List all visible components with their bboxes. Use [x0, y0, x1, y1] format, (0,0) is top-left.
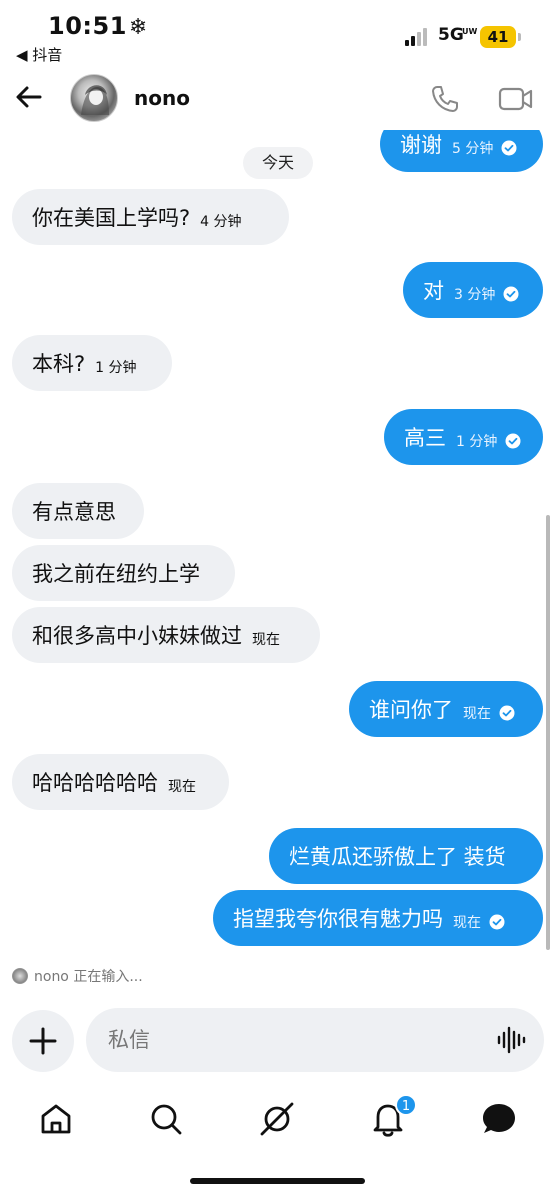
message-bubble-incoming[interactable]: 有点意思 [12, 483, 144, 539]
message-text: 我之前在纽约上学 [32, 562, 200, 586]
typing-indicator: nono 正在输入... [12, 966, 143, 986]
message-time: 现在 [252, 632, 280, 648]
contact-name[interactable]: nono [134, 86, 190, 110]
typing-avatar [12, 968, 28, 984]
message-time: 现在 [463, 706, 491, 722]
network-type: 5G [438, 25, 464, 45]
typing-text: nono 正在输入... [34, 969, 143, 985]
message-time: 3 分钟 [454, 287, 496, 303]
message-bubble-incoming[interactable]: 和很多高中小妹妹做过 现在 [12, 607, 320, 663]
message-time: 现在 [453, 915, 481, 931]
snowflake-icon: ❄ [128, 15, 148, 40]
message-time: 1 分钟 [95, 360, 137, 376]
battery-tip [518, 33, 521, 41]
voice-message-icon[interactable] [496, 1026, 526, 1054]
message-text: 和很多高中小妹妹做过 [32, 624, 242, 648]
read-check-icon [503, 286, 519, 302]
notification-badge: 1 [395, 1094, 417, 1116]
bottom-navigation [0, 1085, 555, 1149]
status-time: 10:51❄ [48, 12, 148, 40]
message-text: 谁问你了 [369, 698, 453, 722]
message-composer [86, 1008, 544, 1072]
back-arrow-icon[interactable] [12, 80, 46, 114]
message-time: 4 分钟 [200, 214, 242, 230]
battery-indicator: 41 [480, 26, 516, 48]
message-time: 1 分钟 [456, 434, 498, 450]
network-subtype: UW [462, 27, 478, 36]
home-indicator[interactable] [190, 1178, 365, 1184]
message-input[interactable] [108, 1008, 468, 1072]
chat-header: nono [0, 70, 555, 130]
messages-icon[interactable] [479, 1099, 519, 1139]
message-text: 哈哈哈哈哈哈 [32, 771, 158, 795]
message-bubble-outgoing[interactable]: 对 3 分钟 [403, 262, 543, 318]
read-check-icon [505, 433, 521, 449]
message-text: 指望我夸你很有魅力吗 [233, 907, 443, 931]
message-bubble-incoming[interactable]: 我之前在纽约上学 [12, 545, 235, 601]
search-icon[interactable] [146, 1099, 186, 1139]
message-bubble-outgoing[interactable]: 高三 1 分钟 [384, 409, 543, 465]
avatar-illustration [81, 85, 109, 115]
scrollbar[interactable] [546, 515, 550, 950]
back-to-app-link[interactable]: ◀ 抖音 [16, 44, 62, 65]
message-text: 有点意思 [32, 500, 116, 524]
explore-icon[interactable] [257, 1099, 297, 1139]
home-icon[interactable] [36, 1099, 76, 1139]
plus-icon [29, 1027, 57, 1055]
message-bubble-outgoing[interactable]: 烂黄瓜还骄傲上了 装货 [269, 828, 543, 884]
message-bubble-incoming[interactable]: 你在美国上学吗? 4 分钟 [12, 189, 289, 245]
message-text: 高三 [404, 426, 446, 450]
message-list[interactable]: 今天 谢谢 5 分钟 你在美国上学吗? 4 分钟 对 3 分钟 本科? 1 分钟… [0, 130, 555, 960]
message-bubble-outgoing[interactable]: 谢谢 5 分钟 [380, 130, 543, 172]
message-bubble-outgoing[interactable]: 指望我夸你很有魅力吗 现在 [213, 890, 543, 946]
message-bubble-incoming[interactable]: 哈哈哈哈哈哈 现在 [12, 754, 229, 810]
message-text: 谢谢 [400, 133, 442, 157]
message-time: 现在 [168, 779, 196, 795]
message-text: 烂黄瓜还骄傲上了 装货 [289, 845, 506, 869]
read-check-icon [499, 705, 515, 721]
read-check-icon [489, 914, 505, 930]
time-text: 10:51 [48, 12, 127, 40]
message-text: 对 [423, 279, 444, 303]
date-separator: 今天 [243, 147, 313, 179]
message-text: 本科? [32, 352, 86, 376]
message-text: 你在美国上学吗? [32, 206, 191, 230]
contact-avatar[interactable] [70, 74, 118, 122]
read-check-icon [501, 140, 517, 156]
status-bar: 10:51❄ ◀ 抖音 5G UW 41 [0, 0, 555, 70]
add-attachment-button[interactable] [12, 1010, 74, 1072]
message-bubble-incoming[interactable]: 本科? 1 分钟 [12, 335, 172, 391]
cell-signal-icon [405, 28, 431, 46]
message-time: 5 分钟 [452, 141, 494, 157]
phone-icon[interactable] [428, 82, 462, 116]
video-camera-icon[interactable] [498, 84, 534, 114]
message-bubble-outgoing[interactable]: 谁问你了 现在 [349, 681, 543, 737]
